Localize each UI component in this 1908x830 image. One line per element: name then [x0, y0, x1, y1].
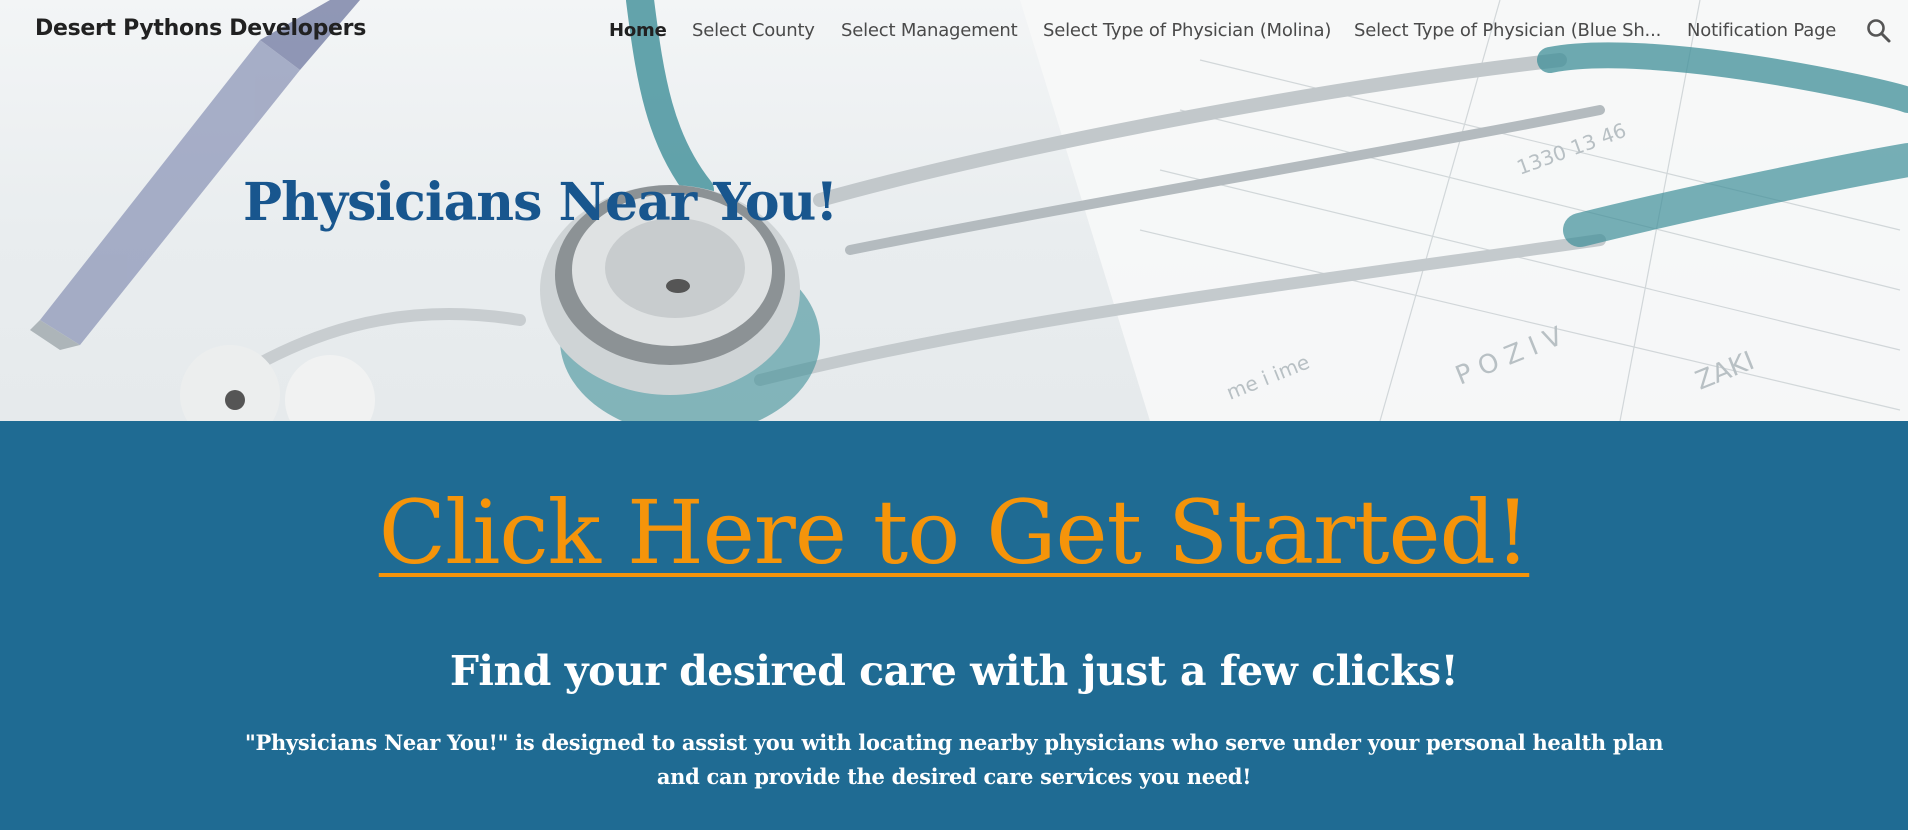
- intro-section: Click Here to Get Started! Find your des…: [0, 421, 1908, 830]
- nav-select-physician-molina[interactable]: Select Type of Physician (Molina): [1043, 20, 1331, 41]
- nav-links: Home Select County Select Management Sel…: [0, 20, 1908, 44]
- hero-title: Physicians Near You!: [243, 172, 838, 233]
- section-description: "Physicians Near You!" is designed to as…: [244, 730, 1664, 789]
- nav-home[interactable]: Home: [609, 20, 667, 41]
- section-subheading: Find your desired care with just a few c…: [449, 647, 1459, 695]
- get-started-link[interactable]: Click Here to Get Started!: [0, 481, 1908, 584]
- search-button[interactable]: [1865, 17, 1893, 45]
- nav-notification-page[interactable]: Notification Page: [1687, 20, 1836, 41]
- search-icon: [1867, 19, 1891, 43]
- nav-select-management[interactable]: Select Management: [841, 20, 1018, 41]
- hero-banner: P O Z I V me i ime ZAKI 1330 13 46 Deser…: [0, 0, 1908, 421]
- top-navbar: Desert Pythons Developers Home Select Co…: [0, 0, 1908, 62]
- nav-select-county[interactable]: Select County: [692, 20, 815, 41]
- nav-select-physician-blue-shield[interactable]: Select Type of Physician (Blue Sh...: [1354, 20, 1661, 41]
